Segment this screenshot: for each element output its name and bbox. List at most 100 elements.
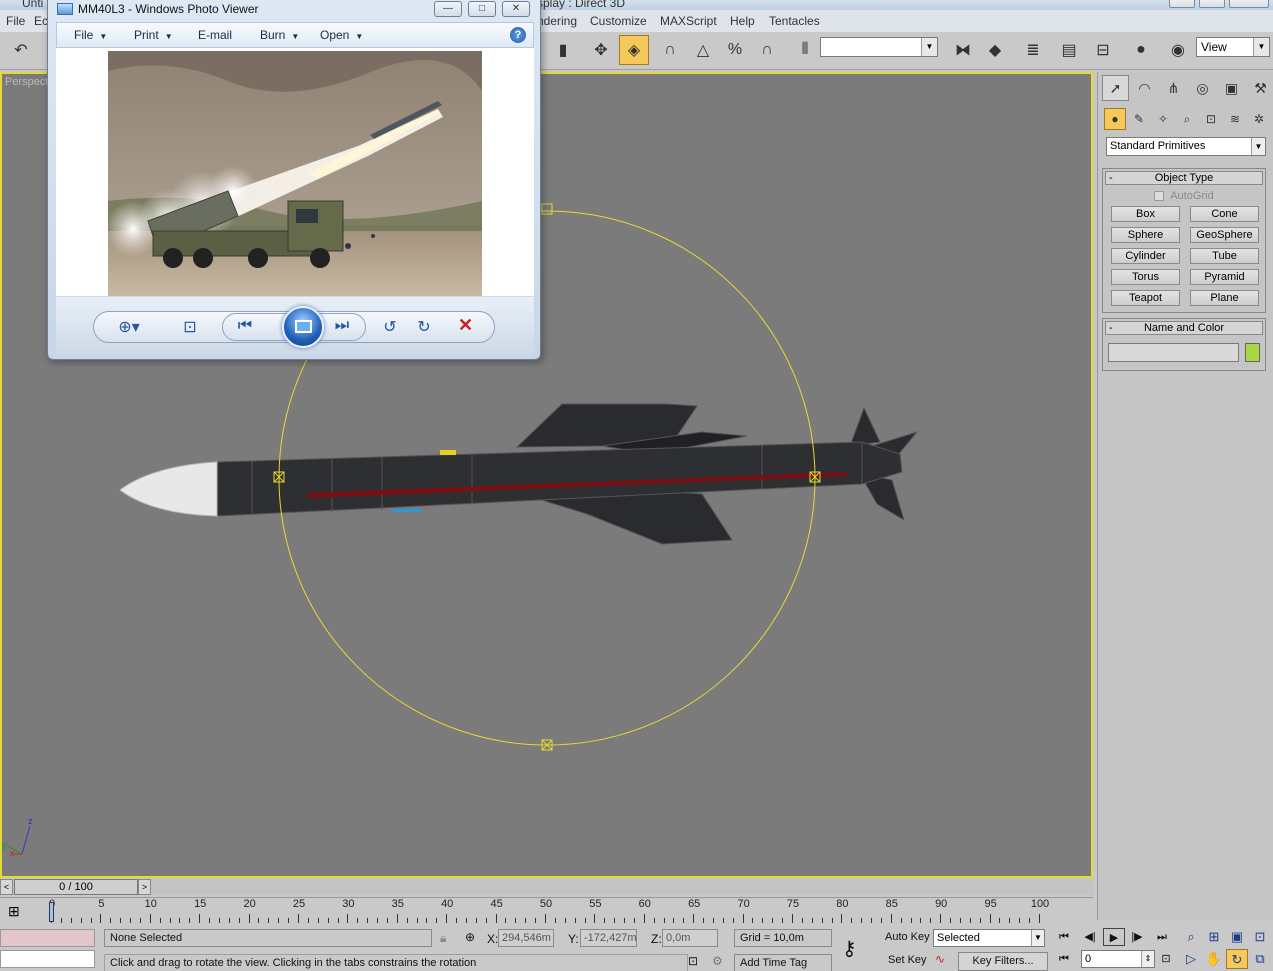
maximize-icon[interactable]: □ bbox=[468, 1, 496, 17]
pv-menu-open[interactable]: Open ▼ bbox=[320, 28, 363, 42]
selection-lock-icon[interactable]: 🔒︎ bbox=[440, 931, 446, 946]
shapes-icon[interactable]: ✎ bbox=[1128, 108, 1150, 130]
percent-snap-icon[interactable]: % bbox=[720, 35, 750, 65]
pv-menu-email[interactable]: E-mail bbox=[198, 28, 232, 42]
modify-tab-icon[interactable]: ◠ bbox=[1131, 75, 1158, 101]
key-icon[interactable]: ⚷ bbox=[842, 936, 857, 961]
current-frame-spinner[interactable]: 0 ⇕ bbox=[1081, 950, 1155, 968]
material-editor-icon[interactable]: ● bbox=[1126, 35, 1156, 65]
helpers-icon[interactable]: ⊡ bbox=[1200, 108, 1222, 130]
reference-coordinate-combo[interactable]: View ▼ bbox=[1196, 37, 1270, 57]
close-icon[interactable]: ✕ bbox=[502, 1, 530, 17]
help-icon[interactable]: ? bbox=[510, 27, 526, 43]
named-selection-set-combo[interactable]: ▼ bbox=[820, 37, 938, 57]
menu-rendering[interactable]: ndering bbox=[537, 14, 577, 28]
zoom-extents-icon[interactable]: ▣ bbox=[1226, 927, 1248, 947]
orbit-icon[interactable]: ↻ bbox=[1226, 949, 1248, 969]
geometry-icon[interactable]: ● bbox=[1104, 108, 1126, 130]
field-of-view-icon[interactable]: ▷ bbox=[1180, 949, 1202, 969]
current-frame-marker[interactable] bbox=[49, 902, 54, 922]
spinner-snap-icon[interactable]: ∩ bbox=[752, 35, 782, 65]
frame-ruler[interactable]: 0510152025303540455055606570758085909510… bbox=[49, 898, 1051, 926]
undo-icon[interactable]: ↶ bbox=[6, 35, 36, 65]
cone-button[interactable]: Cone bbox=[1190, 206, 1259, 222]
create-tab-icon[interactable]: ➚ bbox=[1102, 75, 1129, 101]
edit-named-selection-icon[interactable]: ⦀ bbox=[790, 35, 820, 65]
pv-menu-file[interactable]: File ▼ bbox=[74, 28, 107, 42]
zoom-extents-all-icon[interactable]: ⊡ bbox=[1249, 927, 1271, 947]
teapot-button[interactable]: Teapot bbox=[1111, 290, 1180, 306]
name-and-color-header[interactable]: - Name and Color bbox=[1105, 321, 1263, 335]
select-and-manipulate-icon[interactable]: ◈ bbox=[619, 35, 649, 65]
default-tangent-icon[interactable]: ∿ bbox=[935, 952, 945, 966]
schematic-view-icon[interactable]: ⊟ bbox=[1088, 35, 1118, 65]
named-selection-icon[interactable]: ▮ bbox=[548, 35, 578, 65]
sphere-button[interactable]: Sphere bbox=[1111, 227, 1180, 243]
zoom-icon[interactable]: ⊕▾ bbox=[116, 317, 142, 337]
lights-icon[interactable]: ✧ bbox=[1152, 108, 1174, 130]
time-next-arrow[interactable]: > bbox=[138, 879, 151, 895]
render-setup-icon[interactable]: ◉ bbox=[1163, 35, 1193, 65]
delete-icon[interactable]: ✕ bbox=[458, 315, 473, 336]
z-coordinate-field[interactable]: 0,0m bbox=[662, 929, 718, 947]
play-icon[interactable]: ▶ bbox=[1103, 928, 1125, 946]
x-coordinate-field[interactable]: 294,546m bbox=[498, 929, 554, 947]
zoom-icon[interactable]: ⌕ bbox=[1180, 927, 1202, 947]
hierarchy-tab-icon[interactable]: ⋔ bbox=[1160, 75, 1187, 101]
trackbar[interactable]: ⊞ 05101520253035404550556065707580859095… bbox=[0, 897, 1093, 925]
auto-key-button[interactable]: Auto Key bbox=[882, 929, 933, 948]
maximize-viewport-icon[interactable]: ⧉ bbox=[1249, 949, 1271, 969]
rotate-counterclockwise-icon[interactable]: ↺ bbox=[377, 317, 403, 337]
time-configuration-icon[interactable]: ⊡ bbox=[1155, 950, 1177, 968]
systems-icon[interactable]: ✲ bbox=[1248, 108, 1270, 130]
angle-snap-icon[interactable]: △ bbox=[688, 35, 718, 65]
autogrid-checkbox[interactable]: AutoGrid bbox=[1103, 187, 1265, 204]
plane-button[interactable]: Plane bbox=[1190, 290, 1259, 306]
max-close-button[interactable] bbox=[1229, 0, 1269, 8]
layer-manager-icon[interactable]: ≣ bbox=[1018, 35, 1048, 65]
motion-tab-icon[interactable]: ◎ bbox=[1189, 75, 1216, 101]
photo-viewer-title-bar[interactable]: MM40L3 - Windows Photo Viewer — □ ✕ bbox=[48, 0, 540, 20]
next-icon[interactable]: ⏭ bbox=[329, 317, 355, 335]
move-icon[interactable]: ✥ bbox=[586, 35, 616, 65]
key-mode-toggle-icon[interactable]: ⏮ bbox=[1053, 950, 1075, 968]
box-button[interactable]: Box bbox=[1111, 206, 1180, 222]
display-tab-icon[interactable]: ▣ bbox=[1218, 75, 1245, 101]
go-to-end-icon[interactable]: ⏭ bbox=[1151, 928, 1173, 946]
object-name-input[interactable] bbox=[1108, 343, 1239, 362]
curve-editor-mini-icon[interactable]: ⊞ bbox=[8, 903, 20, 920]
add-time-tag-button[interactable]: Add Time Tag bbox=[734, 954, 832, 971]
pyramid-button[interactable]: Pyramid bbox=[1190, 269, 1259, 285]
menu-tentacles[interactable]: Tentacles bbox=[769, 14, 820, 28]
cameras-icon[interactable]: ⌕ bbox=[1176, 108, 1198, 130]
maxscript-input-mini[interactable] bbox=[0, 950, 95, 968]
menu-maxscript[interactable]: MAXScript bbox=[660, 14, 717, 28]
object-type-header[interactable]: - Object Type bbox=[1105, 171, 1263, 185]
pv-menu-burn[interactable]: Burn ▼ bbox=[260, 28, 299, 42]
time-tag-icon[interactable]: ⚙ bbox=[712, 954, 723, 968]
previous-icon[interactable]: ⏮ bbox=[232, 317, 258, 335]
max-maximize-button[interactable] bbox=[1199, 0, 1225, 8]
missile-model[interactable] bbox=[119, 403, 919, 545]
set-key-button[interactable]: Set Key bbox=[885, 952, 930, 971]
rotate-clockwise-icon[interactable]: ↻ bbox=[411, 317, 437, 337]
maxscript-listener-mini[interactable] bbox=[0, 929, 95, 947]
y-coordinate-field[interactable]: -172,427m bbox=[580, 929, 637, 947]
next-frame-icon[interactable]: |▶ bbox=[1126, 928, 1148, 946]
go-to-start-icon[interactable]: ⏮ bbox=[1053, 928, 1075, 946]
slideshow-button[interactable] bbox=[282, 306, 324, 348]
geosphere-button[interactable]: GeoSphere bbox=[1190, 227, 1259, 243]
mirror-icon[interactable]: ⧓ bbox=[948, 35, 978, 65]
object-category-dropdown[interactable]: Standard Primitives ▼ bbox=[1106, 137, 1266, 156]
object-color-swatch[interactable] bbox=[1245, 343, 1260, 362]
tube-button[interactable]: Tube bbox=[1190, 248, 1259, 264]
absolute-transform-icon[interactable]: ⊕ bbox=[465, 930, 475, 944]
snap-3d-icon[interactable]: ∩ bbox=[655, 35, 685, 65]
curve-editor-icon[interactable]: ▤ bbox=[1054, 35, 1084, 65]
pv-menu-print[interactable]: Print ▼ bbox=[134, 28, 173, 42]
utilities-tab-icon[interactable]: ⚒ bbox=[1247, 75, 1273, 101]
viewport-navigation-icon[interactable]: ⊡ bbox=[688, 954, 698, 968]
pan-icon[interactable]: ✋ bbox=[1203, 949, 1225, 969]
key-filters-button[interactable]: Key Filters... bbox=[958, 952, 1048, 971]
spacewarps-icon[interactable]: ≋ bbox=[1224, 108, 1246, 130]
